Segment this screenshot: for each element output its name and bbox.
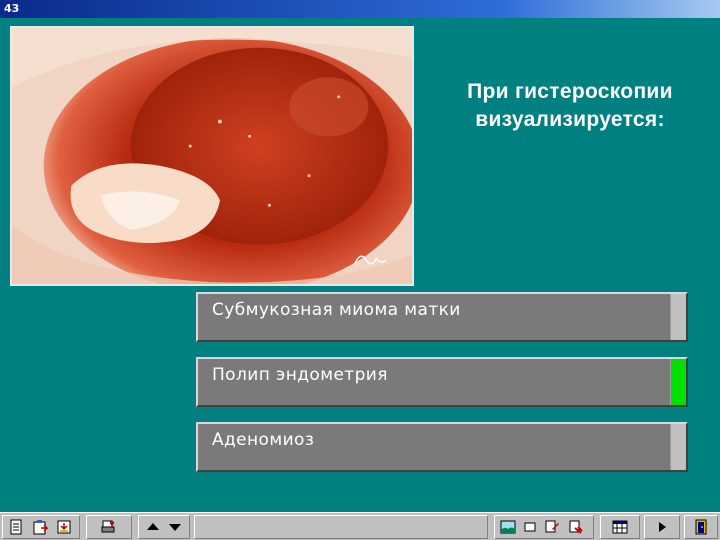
hysteroscopy-image [10, 26, 414, 286]
notes-icon[interactable] [6, 517, 26, 537]
calculator-icon[interactable] [610, 517, 630, 537]
answer-label-2: Полип эндометрия [212, 365, 388, 385]
tools-icon[interactable] [566, 517, 586, 537]
window-title: 43 [4, 2, 20, 15]
print-icon[interactable] [98, 517, 118, 537]
image-icon[interactable] [498, 517, 518, 537]
answer-indicator-1 [670, 294, 686, 340]
bottom-toolbar [0, 512, 720, 540]
window-icon[interactable] [520, 517, 540, 537]
answer-label-1: Субмукозная миома матки [212, 300, 461, 320]
clipboard-icon[interactable] [30, 517, 50, 537]
answer-option-3[interactable]: Аденомиоз [196, 422, 688, 472]
exit-icon[interactable] [691, 517, 711, 537]
arrow-down-icon[interactable] [165, 517, 185, 537]
play-icon[interactable] [652, 517, 672, 537]
endoscopy-photo [12, 28, 412, 284]
arrow-up-icon[interactable] [143, 517, 163, 537]
answer-option-1[interactable]: Субмукозная миома матки [196, 292, 688, 342]
question-text: При гистероскопии визуализируется: [467, 80, 673, 131]
answer-label-3: Аденомиоз [212, 430, 315, 450]
answer-indicator-3 [670, 424, 686, 470]
answer-indicator-2-correct [670, 359, 686, 405]
window-titlebar: 43 [0, 0, 720, 18]
export-icon[interactable] [54, 517, 74, 537]
toolbar-spacer [194, 515, 488, 539]
answer-option-2[interactable]: Полип эндометрия [196, 357, 688, 407]
edit-icon[interactable] [542, 517, 562, 537]
